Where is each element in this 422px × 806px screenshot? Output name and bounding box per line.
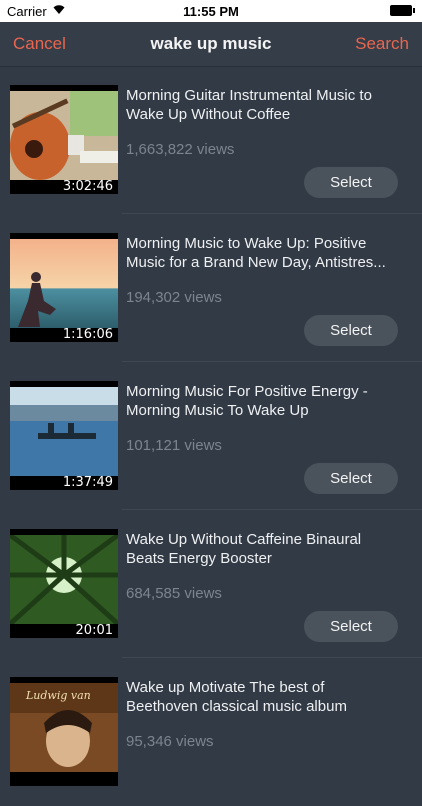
view-count: 101,121 views <box>126 437 222 454</box>
list-item[interactable]: 20:01 Wake Up Without Caffeine Binaural … <box>0 510 422 658</box>
meditation-sunset-image <box>10 239 118 328</box>
select-button[interactable]: Select <box>304 315 398 346</box>
view-count: 684,585 views <box>126 585 222 602</box>
view-count: 194,302 views <box>126 289 222 306</box>
bamboo-forest-image <box>10 535 118 624</box>
list-item[interactable]: Ludwig van Wake up Motivate The best of … <box>0 658 422 806</box>
battery-icon <box>390 5 415 16</box>
video-title: Morning Music to Wake Up: Positive Music… <box>126 235 386 271</box>
video-thumbnail[interactable]: 1:16:06 <box>10 233 118 342</box>
video-title: Morning Guitar Instrumental Music to Wak… <box>126 87 372 123</box>
select-button[interactable]: Select <box>304 611 398 642</box>
list-item[interactable]: 3:02:46 Morning Guitar Instrumental Musi… <box>0 66 422 214</box>
view-count: 1,663,822 views <box>126 141 235 158</box>
results-list: 3:02:46 Morning Guitar Instrumental Musi… <box>0 66 422 806</box>
select-button[interactable]: Select <box>304 167 398 198</box>
video-duration: 1:37:49 <box>62 475 113 490</box>
status-bar: Carrier 11:55 PM <box>0 0 422 22</box>
svg-text:Ludwig van: Ludwig van <box>25 689 91 702</box>
video-duration: 1:16:06 <box>62 327 113 342</box>
video-thumbnail[interactable]: Ludwig van <box>10 677 118 786</box>
beethoven-portrait-image: Ludwig van <box>10 683 118 772</box>
list-item[interactable]: 1:16:06 Morning Music to Wake Up: Positi… <box>0 214 422 362</box>
list-item[interactable]: 1:37:49 Morning Music For Positive Energ… <box>0 362 422 510</box>
navigation-bar: Cancel wake up music Search <box>0 22 422 67</box>
status-time: 11:55 PM <box>183 4 239 19</box>
video-thumbnail[interactable]: 3:02:46 <box>10 85 118 194</box>
video-duration: 3:02:46 <box>62 179 113 194</box>
video-title: Wake Up Without Caffeine Binaural Beats … <box>126 531 362 567</box>
view-count: 95,346 views <box>126 733 214 750</box>
video-title: Morning Music For Positive Energy - Morn… <box>126 383 368 419</box>
video-thumbnail[interactable]: 20:01 <box>10 529 118 638</box>
video-title: Wake up Motivate The best of Beethoven c… <box>126 679 347 715</box>
lake-dock-image <box>10 387 118 476</box>
video-thumbnail[interactable]: 1:37:49 <box>10 381 118 490</box>
search-button[interactable]: Search <box>355 34 409 54</box>
video-duration: 20:01 <box>75 623 113 638</box>
guitar-coffee-image <box>10 91 118 180</box>
select-button[interactable]: Select <box>304 463 398 494</box>
